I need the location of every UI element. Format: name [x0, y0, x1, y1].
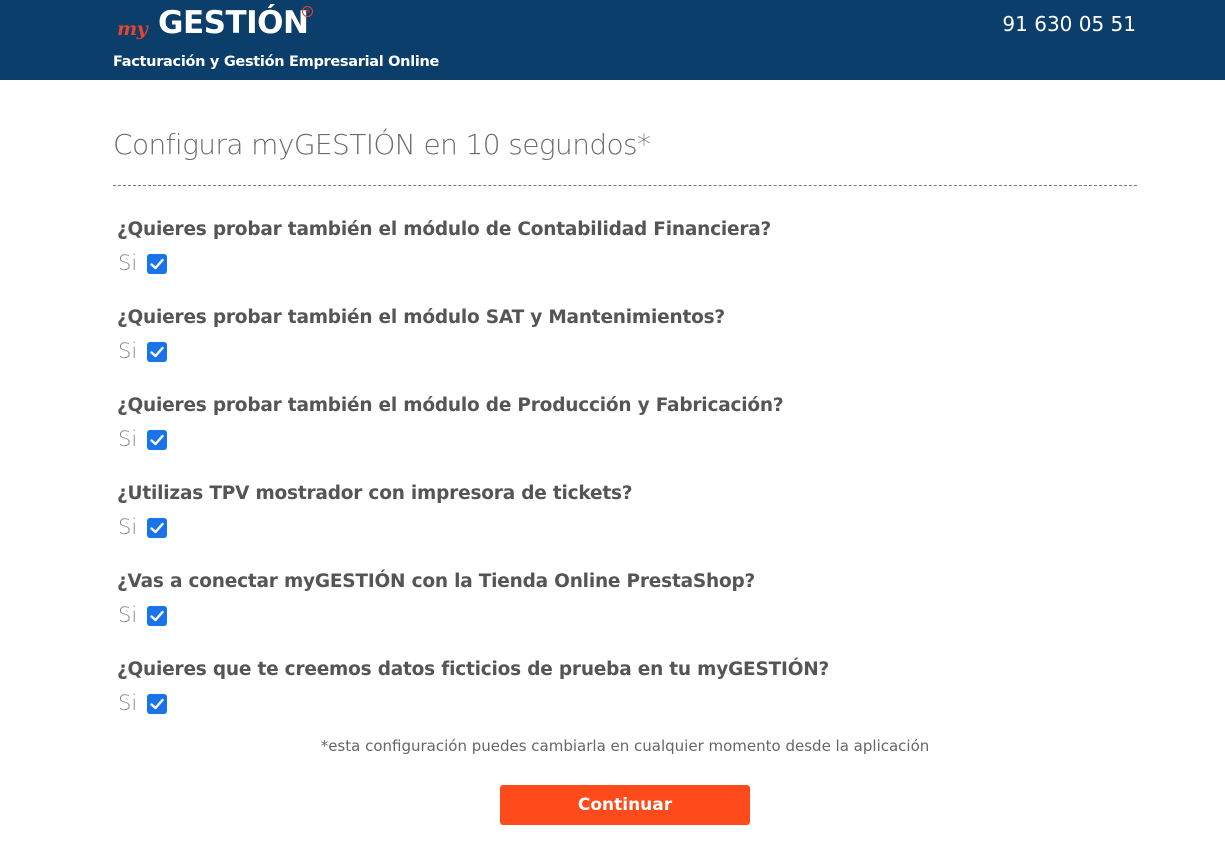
logo-my-text: my [117, 18, 148, 40]
logo-gestion-text: GESTIÓN [158, 5, 309, 41]
answer-row: Si [117, 251, 1137, 275]
answer-row: Si [117, 515, 1137, 539]
question-label: ¿Utilizas TPV mostrador con impresora de… [117, 483, 633, 504]
answer-label: Si [118, 427, 138, 451]
checkbox-prestashop[interactable] [147, 606, 167, 626]
question-contabilidad: ¿Quieres probar también el módulo de Con… [117, 219, 1137, 275]
answer-label: Si [118, 515, 138, 539]
title-divider [113, 185, 1137, 186]
phone-number[interactable]: 91 630 05 51 [1002, 12, 1136, 36]
answer-row: Si [117, 427, 1137, 451]
answer-row: Si [117, 339, 1137, 363]
question-sat: ¿Quieres probar también el módulo SAT y … [117, 307, 1137, 363]
question-label: ¿Vas a conectar myGESTIÓN con la Tienda … [117, 571, 756, 592]
checkbox-datos-ficticios[interactable] [147, 694, 167, 714]
answer-label: Si [118, 691, 138, 715]
question-label: ¿Quieres probar también el módulo de Con… [117, 219, 772, 240]
config-footnote: *esta configuración puedes cambiarla en … [320, 737, 930, 755]
question-label: ¿Quieres probar también el módulo SAT y … [117, 307, 725, 328]
check-icon [150, 522, 164, 534]
top-header-bar: my GESTIÓN ® Facturación y Gestión Empre… [0, 0, 1225, 80]
checkbox-contabilidad[interactable] [147, 254, 167, 274]
question-label: ¿Quieres que te creemos datos ficticios … [117, 659, 830, 680]
question-datos-ficticios: ¿Quieres que te creemos datos ficticios … [117, 659, 1137, 715]
continue-button[interactable]: Continuar [500, 785, 750, 825]
answer-label: Si [118, 251, 138, 275]
question-label: ¿Quieres probar también el módulo de Pro… [117, 395, 784, 416]
question-produccion: ¿Quieres probar también el módulo de Pro… [117, 395, 1137, 451]
check-icon [150, 698, 164, 710]
answer-row: Si [117, 603, 1137, 627]
check-icon [150, 258, 164, 270]
page-title: Configura myGESTIÓN en 10 segundos* [113, 128, 651, 161]
check-icon [150, 434, 164, 446]
checkbox-tpv[interactable] [147, 518, 167, 538]
answer-label: Si [118, 603, 138, 627]
answer-label: Si [118, 339, 138, 363]
check-icon [150, 610, 164, 622]
checkbox-produccion[interactable] [147, 430, 167, 450]
check-icon [150, 346, 164, 358]
question-tpv: ¿Utilizas TPV mostrador con impresora de… [117, 483, 1137, 539]
answer-row: Si [117, 691, 1137, 715]
checkbox-sat[interactable] [147, 342, 167, 362]
header-tagline: Facturación y Gestión Empresarial Online [113, 54, 440, 70]
registered-mark-icon: ® [302, 6, 313, 17]
question-prestashop: ¿Vas a conectar myGESTIÓN con la Tienda … [117, 571, 1137, 627]
